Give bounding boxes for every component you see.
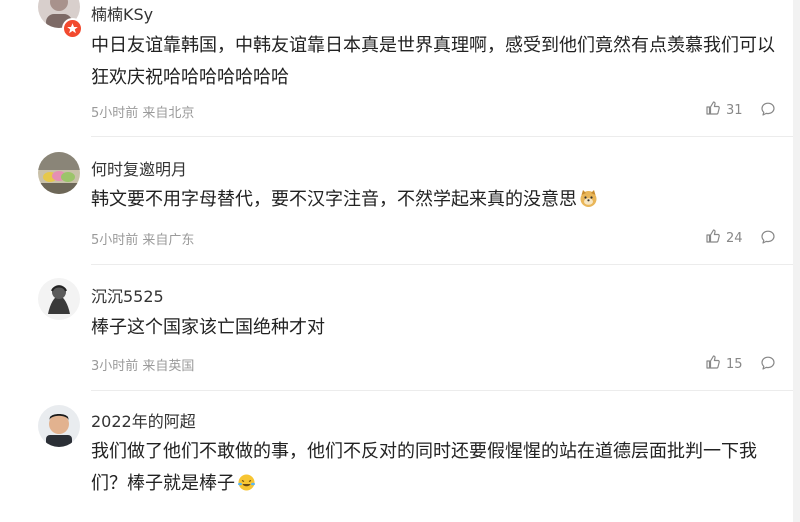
- user-avatar[interactable]: [38, 278, 80, 320]
- like-count: 15: [726, 356, 743, 372]
- comment-bubble-icon: [760, 102, 776, 121]
- comment-item: 楠楠KSy 中日友谊靠韩国，中韩友谊靠日本真是世界真理啊，感受到他们竟然有点羡慕…: [0, 0, 793, 140]
- reply-button[interactable]: [760, 101, 776, 121]
- comment-text: 我们做了他们不敢做的事，他们不反对的同时还要假惺惺的站在道德层面批判一下我们？棒…: [91, 441, 757, 494]
- verified-badge-icon: [62, 18, 83, 39]
- comment-bubble-icon: [760, 230, 776, 249]
- comment-meta: 3小时前 来自英国: [91, 359, 195, 374]
- thumbs-up-icon: [705, 228, 721, 248]
- user-avatar[interactable]: [38, 405, 80, 447]
- like-button[interactable]: 24: [705, 228, 743, 248]
- reply-button[interactable]: [760, 355, 776, 375]
- comment-username[interactable]: 何时复邀明月: [91, 156, 187, 180]
- comment-content: 中日友谊靠韩国，中韩友谊靠日本真是世界真理啊，感受到他们竟然有点羡慕我们可以狂欢…: [91, 35, 775, 88]
- comment-content: 棒子这个国家该亡国绝种才对: [91, 317, 325, 338]
- like-button[interactable]: 15: [705, 354, 743, 374]
- comment-content: 韩文要不用字母替代，要不汉字注音，不然学起来真的没意思: [91, 184, 781, 219]
- thumbs-up-icon: [705, 100, 721, 120]
- comment-divider: [91, 264, 793, 265]
- page-scroll-edge: [793, 0, 800, 522]
- laugh-cry-emoji: [237, 471, 256, 503]
- comment-item: 何时复邀明月 韩文要不用字母替代，要不汉字注音，不然学起来真的没意思 5小时前 …: [0, 140, 793, 265]
- user-avatar[interactable]: [38, 152, 80, 194]
- comment-username[interactable]: 2022年的阿超: [91, 408, 196, 432]
- like-button[interactable]: 31: [705, 100, 743, 120]
- comment-content: 我们做了他们不敢做的事，他们不反对的同时还要假惺惺的站在道德层面批判一下我们？棒…: [91, 436, 781, 503]
- comment-text: 韩文要不用字母替代，要不汉字注音，不然学起来真的没意思: [91, 189, 577, 210]
- comment-meta: 5小时前 来自北京: [91, 106, 195, 121]
- comment-item: 2022年的阿超 我们做了他们不敢做的事，他们不反对的同时还要假惺惺的站在道德层…: [0, 391, 793, 522]
- comment-username[interactable]: 楠楠KSy: [91, 1, 153, 25]
- reply-button[interactable]: [760, 229, 776, 249]
- like-count: 31: [726, 102, 743, 118]
- comment-item: 沉沉5525 棒子这个国家该亡国绝种才对 3小时前 来自英国 15: [0, 266, 793, 391]
- comment-username[interactable]: 沉沉5525: [91, 283, 164, 307]
- doge-emoji: [579, 187, 598, 219]
- comment-bubble-icon: [760, 356, 776, 375]
- comment-meta: 5小时前 来自广东: [91, 233, 195, 248]
- like-count: 24: [726, 230, 743, 246]
- comment-divider: [91, 136, 793, 137]
- thumbs-up-icon: [705, 354, 721, 374]
